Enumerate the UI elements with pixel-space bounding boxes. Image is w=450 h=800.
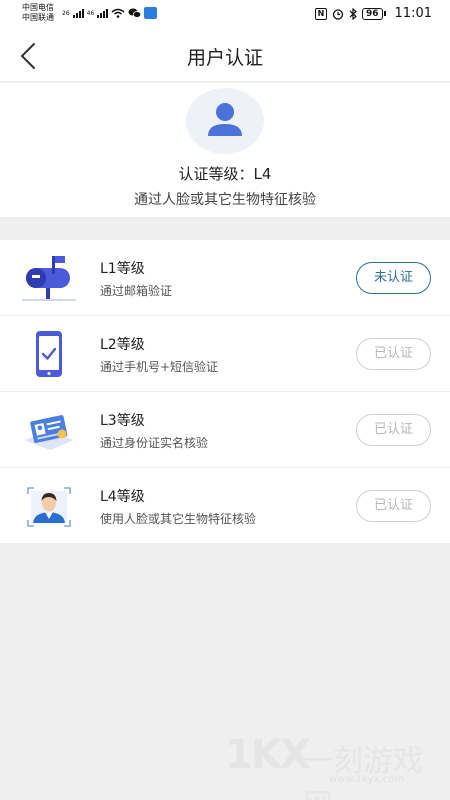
- carrier-1: 中国电信: [22, 3, 54, 12]
- user-icon: [208, 103, 242, 136]
- current-level: 认证等级：L4: [178, 165, 272, 183]
- clock: 11:01: [394, 6, 432, 21]
- watermark-logo: 1KX: [225, 732, 311, 778]
- mailbox-icon: [22, 256, 76, 301]
- level-list: L1等级 通过邮箱验证 未认证 L2等级 通过手机号+短信验证 已认证 L3等级…: [0, 240, 450, 543]
- signal-bars-icon: [72, 8, 84, 18]
- page-title: 用户认证: [186, 47, 263, 69]
- level-row-l4: L4等级 使用人脸或其它生物特征核验 已认证: [0, 468, 450, 543]
- avatar: [186, 88, 264, 154]
- status-right: N 96 11:01: [315, 6, 432, 21]
- bluetooth-icon: [349, 7, 357, 20]
- level-title: L3等级: [100, 413, 145, 429]
- level-title: L1等级: [100, 261, 145, 277]
- carrier-2: 中国联通: [22, 13, 54, 22]
- site-watermark: 1KX 一刻游戏网 www.1kyx.com: [225, 732, 440, 800]
- network-type-1: 26: [62, 9, 70, 17]
- level-desc: 通过身份证实名核验: [100, 436, 209, 450]
- carrier-labels: 中国电信 中国联通: [22, 3, 54, 23]
- phone-check-icon: [36, 331, 62, 377]
- level-row-l2: L2等级 通过手机号+短信验证 已认证: [0, 316, 450, 392]
- nfc-icon: N: [315, 7, 327, 20]
- id-card-icon: [24, 415, 74, 450]
- level-title: L4等级: [100, 489, 145, 505]
- level-title: L2等级: [100, 337, 145, 353]
- wechat-icon: [128, 8, 142, 18]
- battery-level: 96: [362, 7, 383, 20]
- alarm-icon: [332, 8, 344, 20]
- verified-button[interactable]: 已认证: [356, 414, 431, 446]
- current-level-desc: 通过人脸或其它生物特征核验: [134, 192, 316, 208]
- level-desc: 通过手机号+短信验证: [100, 360, 219, 374]
- verified-button[interactable]: 已认证: [356, 490, 431, 522]
- network-type-2: 46: [86, 9, 95, 17]
- verification-summary: 认证等级：L4 通过人脸或其它生物特征核验: [0, 83, 450, 217]
- status-bar: 中国电信 中国联通 26 46 N 96 11:01: [0, 0, 450, 30]
- level-desc: 使用人脸或其它生物特征核验: [100, 512, 257, 526]
- watermark-name: 一刻游戏网: [303, 744, 423, 800]
- signal-bars-icon: [97, 8, 109, 18]
- verify-button[interactable]: 未认证: [356, 262, 431, 294]
- wifi-icon: [111, 8, 125, 18]
- nav-bar: 用户认证: [0, 30, 450, 82]
- level-row-l3: L3等级 通过身份证实名核验 已认证: [0, 392, 450, 468]
- face-scan-icon: [27, 487, 71, 527]
- level-row-l1: L1等级 通过邮箱验证 未认证: [0, 240, 450, 316]
- watermark-url: www.1kyx.com: [329, 774, 404, 785]
- battery-icon: 96: [362, 7, 386, 20]
- app-notification-icon: [144, 7, 158, 19]
- level-desc: 通过邮箱验证: [100, 284, 173, 298]
- verified-button[interactable]: 已认证: [356, 338, 431, 370]
- network-indicators: 26 46: [62, 7, 158, 19]
